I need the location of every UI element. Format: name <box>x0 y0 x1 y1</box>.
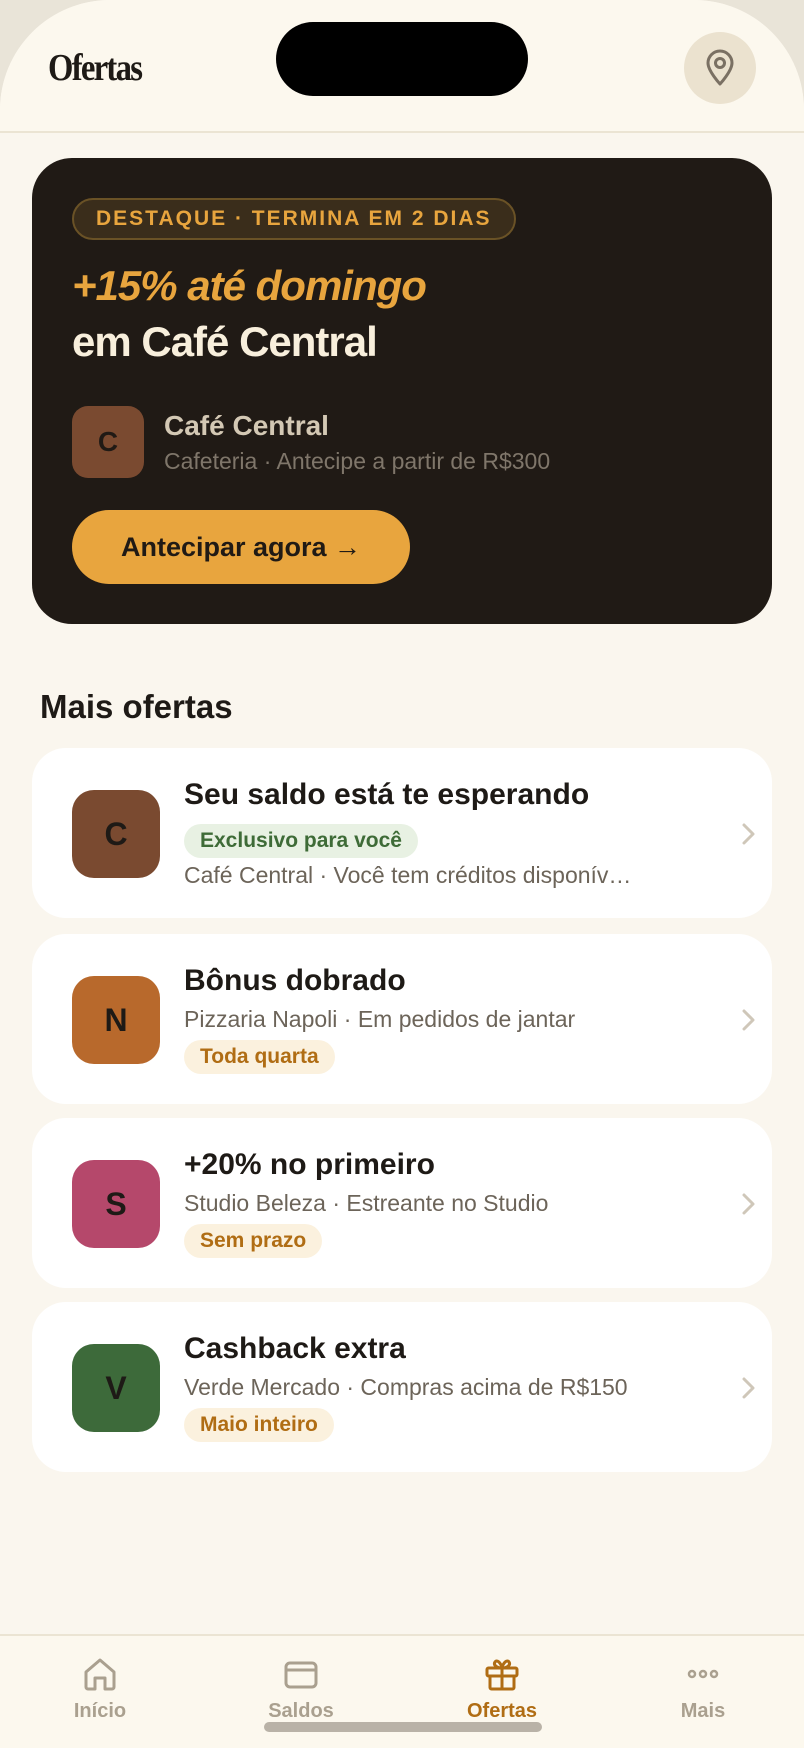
featured-merchant-meta: Cafeteria · Antecipe a partir de R$300 <box>164 448 551 474</box>
home-icon <box>84 1658 116 1691</box>
offer-meta: Pizzaria Napoli · Em pedidos de jantar <box>184 1006 576 1032</box>
featured-title: em Café Central <box>72 318 378 365</box>
phone-screen: Ofertas DESTAQUE · TERMINA EM 2 DIAS +15… <box>0 0 804 1748</box>
offer-tag: Maio inteiro <box>184 1408 334 1442</box>
chevron-right-icon <box>742 1377 755 1399</box>
tab-label: Saldos <box>268 1700 334 1722</box>
tab-inicio[interactable]: Início <box>20 1656 180 1726</box>
featured-badge: DESTAQUE · TERMINA EM 2 DIAS <box>72 198 516 240</box>
section-title: Mais ofertas <box>40 688 233 725</box>
location-button[interactable] <box>684 32 756 104</box>
tab-ofertas[interactable]: Ofertas <box>422 1656 582 1726</box>
offer-card[interactable]: S +20% no primeiro Studio Beleza · Estre… <box>32 1118 772 1288</box>
offer-tag: Sem prazo <box>184 1224 323 1258</box>
tab-mais[interactable]: Mais <box>623 1656 783 1726</box>
merchant-avatar: V <box>72 1344 160 1432</box>
page-title: Ofertas <box>48 47 143 89</box>
offer-title: +20% no primeiro <box>184 1148 435 1181</box>
chevron-right-icon <box>742 1009 755 1031</box>
tab-label: Mais <box>680 1700 726 1722</box>
chevron-right-icon <box>742 1193 755 1215</box>
tab-label: Início <box>73 1700 127 1722</box>
offer-card[interactable]: N Bônus dobrado Pizzaria Napoli · Em ped… <box>32 934 772 1104</box>
merchant-avatar: N <box>72 976 160 1064</box>
dynamic-island <box>276 22 528 96</box>
map-pin-icon <box>706 49 734 86</box>
home-indicator[interactable] <box>264 1722 542 1732</box>
offer-card[interactable]: V Cashback extra Verde Mercado · Compras… <box>32 1302 772 1472</box>
featured-merchant-name: Café Central <box>164 410 329 441</box>
top-header: Ofertas <box>0 0 804 133</box>
gift-icon <box>485 1659 519 1691</box>
merchant-avatar: C <box>72 790 160 878</box>
featured-merchant-avatar: C <box>72 406 144 478</box>
offer-meta: Verde Mercado · Compras acima de R$150 <box>184 1374 628 1400</box>
offer-title: Seu saldo está te esperando <box>184 778 590 811</box>
merchant-avatar: S <box>72 1160 160 1248</box>
offer-tag: Exclusivo para você <box>184 824 418 858</box>
offer-tag: Toda quarta <box>184 1040 335 1074</box>
tab-label: Ofertas <box>466 1700 538 1722</box>
tab-saldos[interactable]: Saldos <box>221 1656 381 1726</box>
wallet-icon <box>284 1661 318 1689</box>
offer-title: Bônus dobrado <box>184 964 406 997</box>
featured-title-highlight: +15% até domingo <box>72 262 427 309</box>
chevron-right-icon <box>742 823 755 845</box>
offer-meta: Café Central · Você tem créditos disponí… <box>184 862 632 888</box>
offer-meta: Studio Beleza · Estreante no Studio <box>184 1190 549 1216</box>
offer-card[interactable]: C Seu saldo está te esperando Exclusivo … <box>32 748 772 918</box>
featured-offer-card[interactable]: DESTAQUE · TERMINA EM 2 DIAS +15% até do… <box>32 158 772 624</box>
anticipate-now-button[interactable]: Antecipar agora → <box>72 510 410 584</box>
more-dots-icon <box>687 1669 719 1679</box>
offer-title: Cashback extra <box>184 1332 406 1365</box>
